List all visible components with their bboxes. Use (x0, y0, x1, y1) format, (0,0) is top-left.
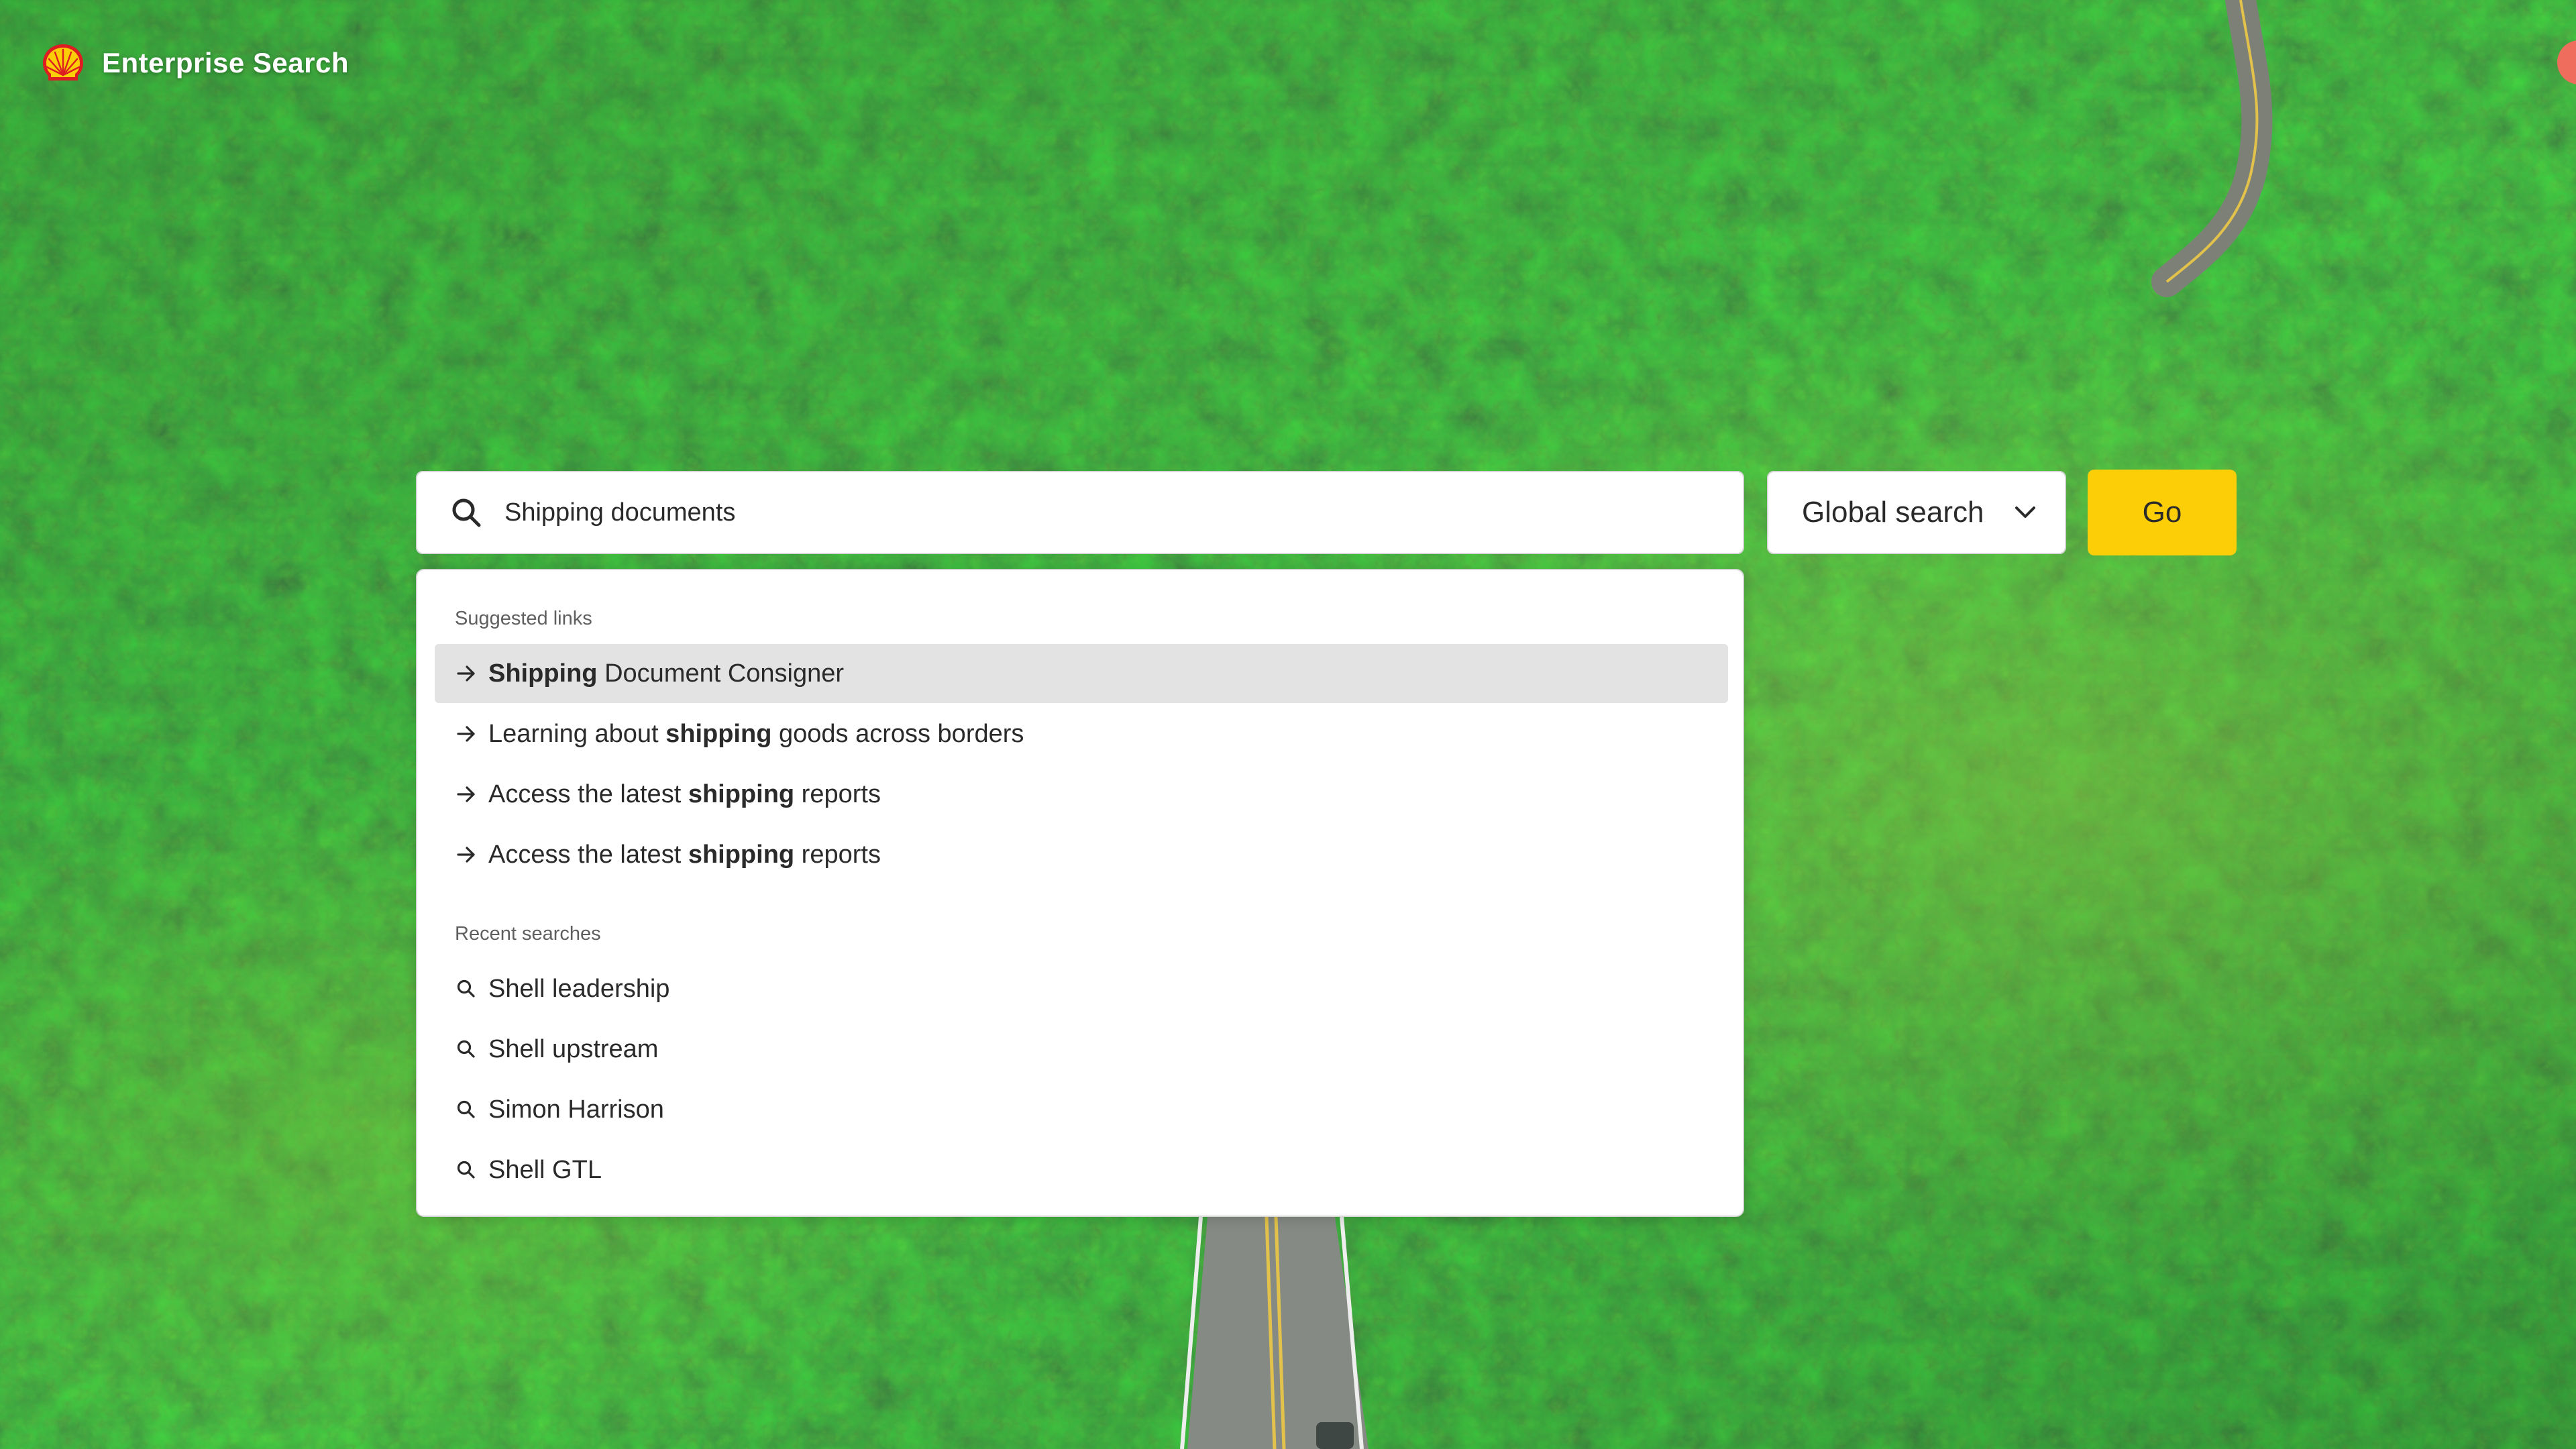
app-title: Enterprise Search (102, 47, 350, 78)
search-icon (457, 1161, 475, 1179)
suggested-link-text-after: goods across borders (771, 719, 1024, 748)
recent-search-text: Shell leadership (488, 974, 670, 1003)
recent-search-text: Shell GTL (488, 1155, 602, 1184)
recent-searches-heading: Recent searches (455, 923, 601, 945)
arrow-right-icon (457, 726, 475, 742)
search-suggestions-dropdown: Suggested links Shipping Document Consig… (416, 569, 1744, 1217)
app-brand[interactable]: Enterprise Search (40, 42, 349, 85)
suggested-link-text-before: Learning about (488, 719, 666, 748)
search-icon (457, 979, 475, 998)
search-scope-dropdown[interactable]: Global search (1767, 471, 2066, 554)
recent-search-item[interactable]: Simon Harrison (435, 1080, 1728, 1139)
suggested-link-match: Shipping (488, 659, 598, 688)
suggested-link-text: Access the latest shipping reports (488, 841, 881, 869)
recent-search-item[interactable]: Shell upstream (435, 1020, 1728, 1079)
search-input[interactable] (504, 498, 1699, 527)
arrow-right-icon (457, 665, 475, 682)
suggested-links-heading: Suggested links (455, 608, 592, 629)
suggested-link-match: shipping (688, 780, 795, 808)
suggested-link-match: shipping (688, 840, 795, 869)
suggested-link-text-after: reports (794, 840, 881, 869)
chevron-down-icon (2015, 506, 2035, 518)
suggested-link-text-after: Document Consigner (597, 659, 845, 688)
search-scope-selected: Global search (1802, 496, 1984, 529)
arrow-right-icon (457, 847, 475, 863)
go-button[interactable]: Go (2088, 470, 2237, 555)
suggested-link-text-after: reports (794, 780, 881, 808)
suggested-link-text: Learning about shipping goods across bor… (488, 720, 1024, 749)
search-icon (457, 1100, 475, 1118)
recent-search-text: Simon Harrison (488, 1095, 664, 1124)
suggested-link-item[interactable]: Access the latest shipping reports (435, 765, 1728, 824)
search-icon (457, 1040, 475, 1058)
suggested-link-match: shipping (665, 719, 772, 748)
arrow-right-icon (457, 786, 475, 802)
search-icon (452, 498, 481, 527)
suggested-link-text-before: Access the latest (488, 780, 688, 808)
recent-search-text: Shell upstream (488, 1034, 659, 1063)
recent-search-item[interactable]: Shell GTL (435, 1140, 1728, 1199)
shell-pecten-icon (43, 44, 83, 80)
suggested-link-text-before: Access the latest (488, 840, 688, 869)
suggested-link-text: Shipping Document Consigner (488, 659, 844, 688)
suggested-link-item[interactable]: Learning about shipping goods across bor… (435, 704, 1728, 763)
search-box[interactable] (416, 471, 1744, 554)
suggested-link-item[interactable]: Shipping Document Consigner (435, 644, 1728, 703)
recent-search-item[interactable]: Shell leadership (435, 959, 1728, 1018)
suggested-link-text: Access the latest shipping reports (488, 780, 881, 809)
suggested-link-item[interactable]: Access the latest shipping reports (435, 825, 1728, 884)
